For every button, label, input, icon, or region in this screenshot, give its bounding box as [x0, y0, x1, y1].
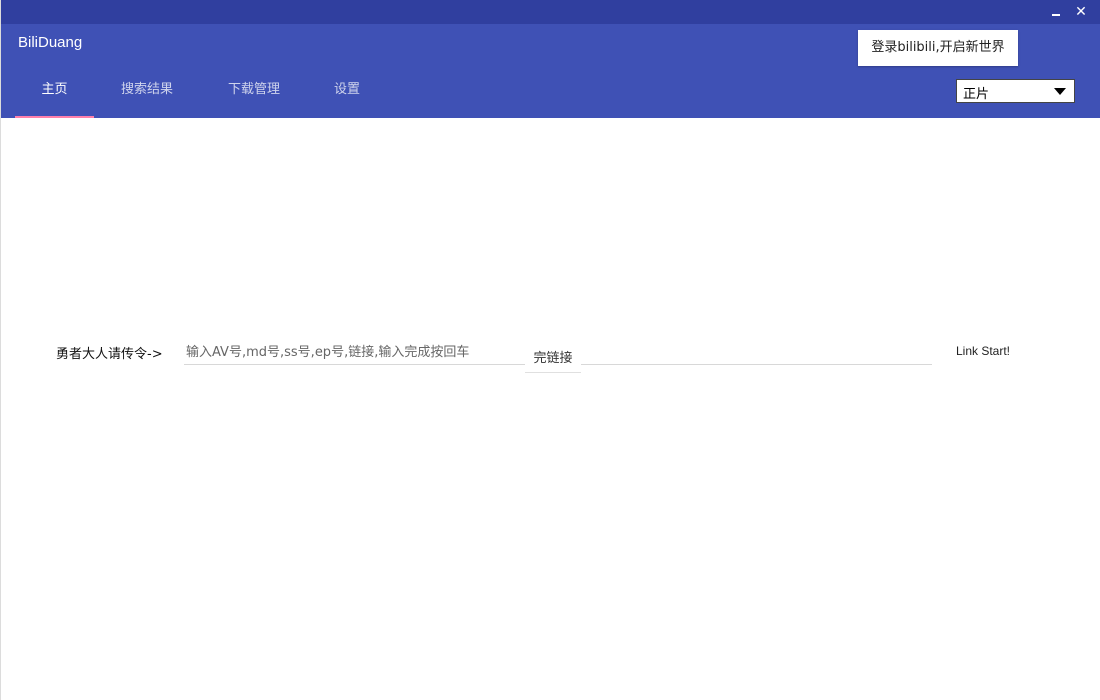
tab-settings[interactable]: 设置 — [315, 74, 379, 118]
command-label: 勇者大人请传令-> — [56, 347, 163, 362]
login-button[interactable]: 登录bilibili,开启新世界 — [858, 30, 1018, 66]
video-type-select[interactable]: 正片 — [956, 79, 1075, 103]
tab-home[interactable]: 主页 — [15, 74, 94, 118]
link-start-button[interactable]: Link Start! — [945, 337, 1021, 365]
tab-search-results[interactable]: 搜索结果 — [105, 74, 189, 118]
tab-search-results-label: 搜索结果 — [120, 82, 173, 97]
autocomplete-suggestion[interactable]: 完链接 — [525, 346, 581, 373]
tab-download-manager[interactable]: 下载管理 — [212, 74, 296, 118]
active-tab-indicator — [15, 116, 94, 118]
tab-home-label: 主页 — [41, 82, 68, 97]
minimize-button[interactable] — [1047, 3, 1065, 21]
dropdown-arrow-icon — [1054, 88, 1066, 95]
app-title: BiliDuang — [18, 34, 83, 51]
app-window: ✕ BiliDuang 登录bilibili,开启新世界 主页 搜索结果 下载管… — [0, 0, 1100, 700]
tab-download-manager-label: 下载管理 — [227, 82, 280, 97]
video-type-selected-value: 正片 — [963, 87, 990, 102]
tab-settings-label: 设置 — [333, 82, 360, 97]
window-titlebar[interactable]: ✕ — [1, 0, 1100, 24]
close-icon: ✕ — [1075, 4, 1087, 20]
app-header: BiliDuang 登录bilibili,开启新世界 主页 搜索结果 下载管理 … — [1, 24, 1100, 118]
minimize-icon — [1052, 14, 1060, 16]
close-button[interactable]: ✕ — [1072, 3, 1090, 21]
